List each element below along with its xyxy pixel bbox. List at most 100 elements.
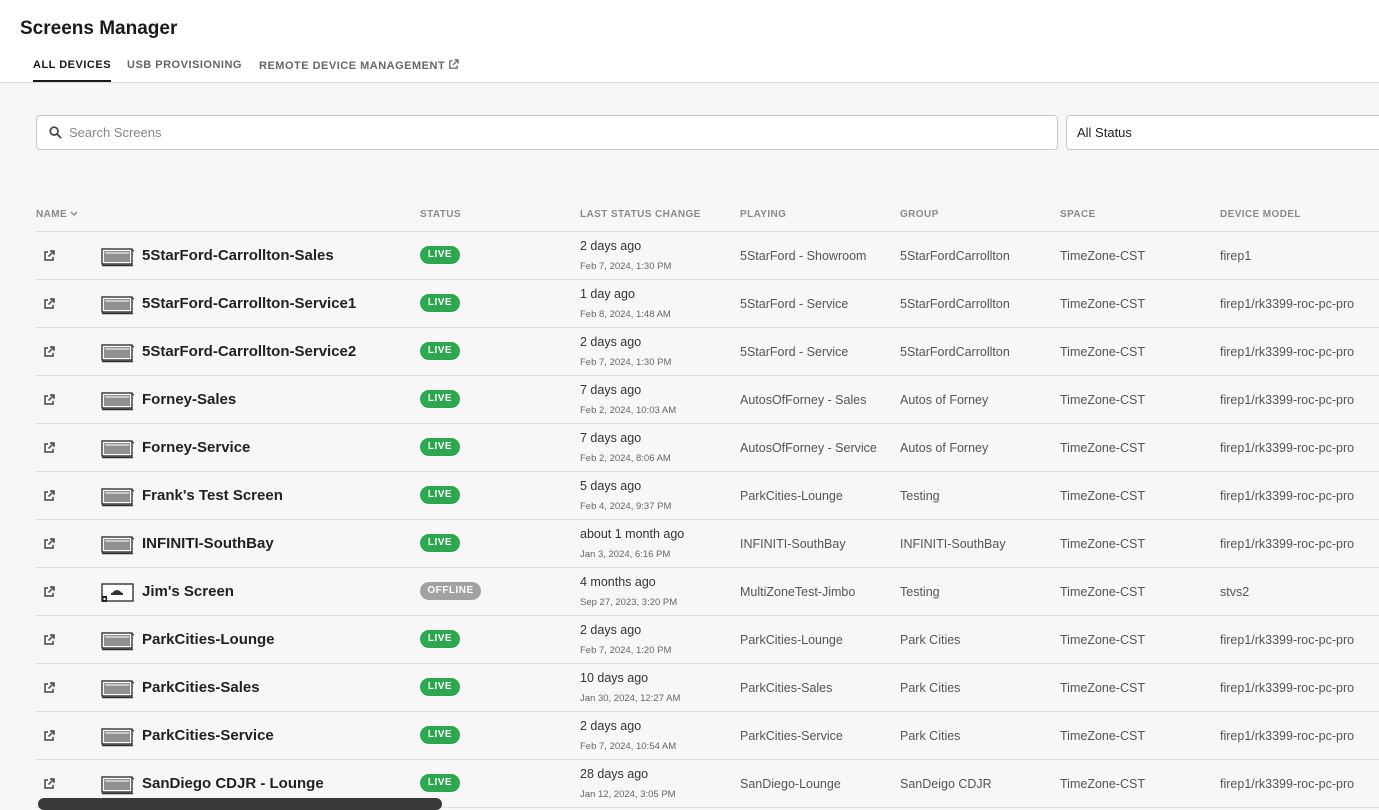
open-screen-icon[interactable] xyxy=(43,346,55,358)
tv-device-icon xyxy=(101,344,135,363)
playing-cell: SanDiego-Lounge xyxy=(740,777,841,791)
playing-cell: MultiZoneTest-Jimbo xyxy=(740,585,856,599)
tab-remote-device-management-label: REMOTE DEVICE MANAGEMENT xyxy=(259,60,446,72)
tab-remote-device-management[interactable]: REMOTE DEVICE MANAGEMENT xyxy=(259,59,459,72)
tab-usb-provisioning[interactable]: USB PROVISIONING xyxy=(127,59,242,71)
open-screen-icon[interactable] xyxy=(43,394,55,406)
device-model-cell: firep1/rk3399-roc-pc-pro xyxy=(1220,441,1355,455)
table-row[interactable]: ParkCities-Lounge LIVE 2 days ago Feb 7, 20… xyxy=(36,616,1379,664)
last-status-change: 2 days ago xyxy=(580,335,642,349)
last-status-change-date: Feb 7, 2024, 1:30 PM xyxy=(580,357,672,368)
screen-name[interactable]: Frank's Test Screen xyxy=(142,487,283,504)
screen-name[interactable]: Forney-Service xyxy=(142,439,250,456)
screen-name[interactable]: SanDiego CDJR - Lounge xyxy=(142,775,324,792)
screen-name[interactable]: Forney-Sales xyxy=(142,391,236,408)
open-screen-icon[interactable] xyxy=(43,634,55,646)
space-cell: TimeZone-CST xyxy=(1060,585,1145,599)
column-header-name[interactable]: NAME xyxy=(36,209,78,220)
last-status-change-date: Feb 4, 2024, 9:37 PM xyxy=(580,501,672,512)
table-row[interactable]: Jim's Screen OFFLINE 4 months ago Sep 27, 2… xyxy=(36,568,1379,616)
table-row[interactable]: ParkCities-Sales LIVE 10 days ago Jan 30, 2… xyxy=(36,664,1379,712)
screen-name[interactable]: ParkCities-Lounge xyxy=(142,631,275,648)
group-cell: Park Cities xyxy=(900,681,961,695)
tv-device-icon xyxy=(101,392,135,411)
chevron-down-icon xyxy=(70,211,78,216)
group-cell: Autos of Forney xyxy=(900,393,989,407)
horizontal-scrollbar[interactable] xyxy=(38,798,442,810)
table-row[interactable]: 5StarFord-Carrollton-Service1 LIVE 1 day a… xyxy=(36,280,1379,328)
status-badge: LIVE xyxy=(420,294,460,312)
group-cell: Testing xyxy=(900,585,940,599)
open-screen-icon[interactable] xyxy=(43,442,55,454)
open-screen-icon[interactable] xyxy=(43,730,55,742)
space-cell: TimeZone-CST xyxy=(1060,345,1145,359)
space-cell: TimeZone-CST xyxy=(1060,297,1145,311)
page-title: Screens Manager xyxy=(20,18,178,39)
column-header-group: GROUP xyxy=(900,209,939,220)
group-cell: SanDeigo CDJR xyxy=(900,777,992,791)
open-screen-icon[interactable] xyxy=(43,298,55,310)
tv-device-icon xyxy=(101,488,135,507)
playing-cell: ParkCities-Service xyxy=(740,729,843,743)
open-screen-icon[interactable] xyxy=(43,538,55,550)
space-cell: TimeZone-CST xyxy=(1060,537,1145,551)
device-model-cell: firep1/rk3399-roc-pc-pro xyxy=(1220,297,1355,311)
column-header-name-label: NAME xyxy=(36,209,68,220)
last-status-change: 2 days ago xyxy=(580,239,642,253)
last-status-change: about 1 month ago xyxy=(580,527,685,541)
table-row[interactable]: Forney-Service LIVE 7 days ago Feb 2, 2024,… xyxy=(36,424,1379,472)
screen-name[interactable]: INFINITI-SouthBay xyxy=(142,535,274,552)
tv-device-icon xyxy=(101,536,135,555)
table-row[interactable]: 5StarFord-Carrollton-Sales LIVE 2 days ago… xyxy=(36,232,1379,280)
device-model-cell: firep1/rk3399-roc-pc-pro xyxy=(1220,489,1355,503)
screen-name[interactable]: Jim's Screen xyxy=(142,583,234,600)
screen-name[interactable]: 5StarFord-Carrollton-Sales xyxy=(142,247,334,264)
table-row[interactable]: 5StarFord-Carrollton-Service2 LIVE 2 days … xyxy=(36,328,1379,376)
last-status-change-date: Feb 7, 2024, 10:54 AM xyxy=(580,741,677,752)
device-model-cell: firep1/rk3399-roc-pc-pro xyxy=(1220,537,1355,551)
screen-name[interactable]: 5StarFord-Carrollton-Service1 xyxy=(142,295,356,312)
tv-device-icon xyxy=(101,776,135,795)
tv-device-icon xyxy=(101,296,135,315)
group-cell: Testing xyxy=(900,489,940,503)
last-status-change: 2 days ago xyxy=(580,623,642,637)
status-badge: LIVE xyxy=(420,438,460,456)
group-cell: Park Cities xyxy=(900,729,961,743)
space-cell: TimeZone-CST xyxy=(1060,681,1145,695)
last-status-change-date: Jan 30, 2024, 12:27 AM xyxy=(580,693,681,704)
tv-device-icon xyxy=(101,248,135,267)
device-model-cell: firep1/rk3399-roc-pc-pro xyxy=(1220,633,1355,647)
open-screen-icon[interactable] xyxy=(43,682,55,694)
column-header-space: SPACE xyxy=(1060,209,1096,220)
status-badge: LIVE xyxy=(420,726,460,744)
screen-name[interactable]: ParkCities-Sales xyxy=(142,679,260,696)
last-status-change: 7 days ago xyxy=(580,383,642,397)
space-cell: TimeZone-CST xyxy=(1060,633,1145,647)
screen-name[interactable]: 5StarFord-Carrollton-Service2 xyxy=(142,343,356,360)
table-row[interactable]: Frank's Test Screen LIVE 5 days ago Feb 4, … xyxy=(36,472,1379,520)
table-row[interactable]: ParkCities-Service LIVE 2 days ago Feb 7, 2… xyxy=(36,712,1379,760)
table-row[interactable]: Forney-Sales LIVE 7 days ago Feb 2, 2024, 1… xyxy=(36,376,1379,424)
status-badge: LIVE xyxy=(420,246,460,264)
tv-device-icon xyxy=(101,680,135,699)
status-badge: LIVE xyxy=(420,342,460,360)
open-screen-icon[interactable] xyxy=(43,586,55,598)
search-field[interactable] xyxy=(36,115,1058,150)
open-screen-icon[interactable] xyxy=(43,250,55,262)
search-icon xyxy=(49,126,62,139)
last-status-change: 4 months ago xyxy=(580,575,656,589)
space-cell: TimeZone-CST xyxy=(1060,249,1145,263)
playing-cell: ParkCities-Lounge xyxy=(740,633,843,647)
device-model-cell: firep1/rk3399-roc-pc-pro xyxy=(1220,777,1355,791)
tab-all-devices[interactable]: ALL DEVICES xyxy=(33,59,112,82)
open-screen-icon[interactable] xyxy=(43,778,55,790)
search-input[interactable] xyxy=(69,116,1049,149)
space-cell: TimeZone-CST xyxy=(1060,729,1145,743)
open-screen-icon[interactable] xyxy=(43,490,55,502)
group-cell: 5StarFordCarrollton xyxy=(900,297,1010,311)
table-row[interactable]: INFINITI-SouthBay LIVE about 1 month ago Ja… xyxy=(36,520,1379,568)
playing-cell: ParkCities-Lounge xyxy=(740,489,843,503)
device-model-cell: firep1/rk3399-roc-pc-pro xyxy=(1220,681,1355,695)
status-filter-select[interactable]: All Status xyxy=(1066,115,1379,150)
screen-name[interactable]: ParkCities-Service xyxy=(142,727,274,744)
